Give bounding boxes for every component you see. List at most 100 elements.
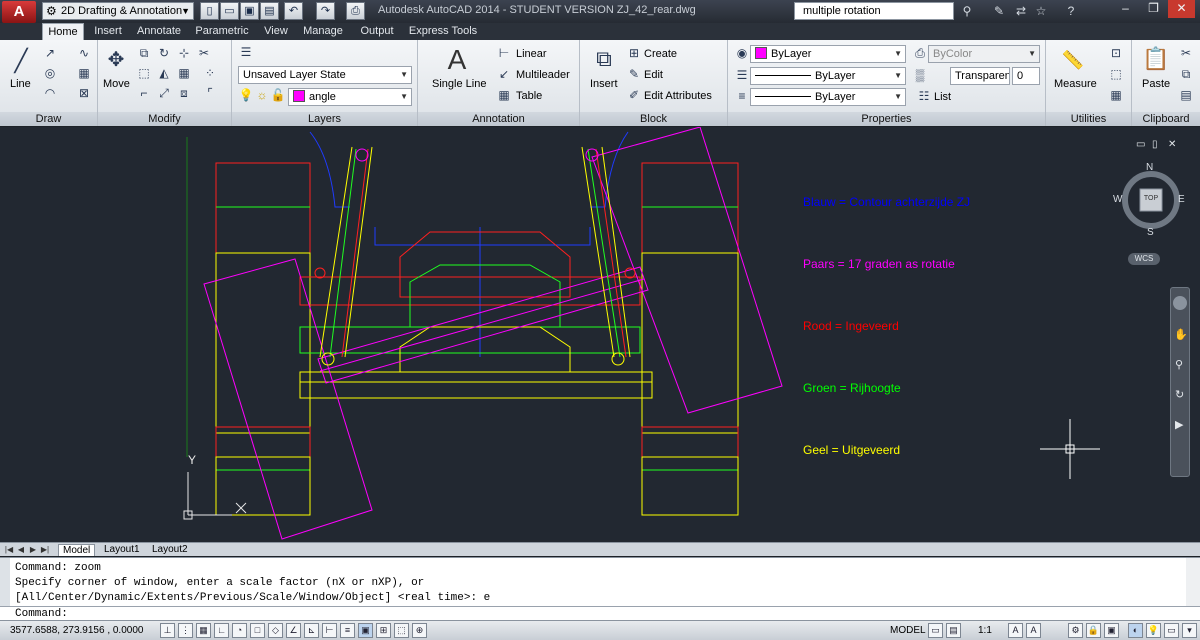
lineweight-toggle-icon[interactable]: ≡ xyxy=(340,623,355,638)
layer-properties-icon[interactable]: ☰ xyxy=(236,43,256,61)
properties-panel-title[interactable]: Properties xyxy=(728,112,1045,126)
plot-icon[interactable]: ⎙ xyxy=(346,2,365,20)
allow-ucs-icon[interactable]: ⊾ xyxy=(304,623,319,638)
array-icon[interactable]: ▦ xyxy=(174,64,194,82)
showmotion-icon[interactable]: ▶ xyxy=(1175,418,1183,431)
lightbulb-status-icon[interactable]: 💡 xyxy=(1146,623,1161,638)
drawing-canvas[interactable]: Y Blauw = Contour achterzijde ZJ Paars =… xyxy=(0,127,1200,542)
redo-icon[interactable]: ↷ xyxy=(316,2,335,20)
table-icon[interactable]: ▦ xyxy=(494,86,514,104)
tab-layout1[interactable]: Layout1 xyxy=(100,544,144,556)
line-button[interactable]: Line xyxy=(10,78,31,90)
compass-south[interactable]: S xyxy=(1147,227,1154,238)
measure-icon[interactable]: 📏 xyxy=(1058,46,1088,74)
quick-properties-icon[interactable]: ⊞ xyxy=(376,623,391,638)
erase-icon[interactable]: ✂ xyxy=(194,44,214,62)
pan-icon[interactable]: ✋ xyxy=(1174,328,1188,341)
measure-button[interactable]: Measure xyxy=(1054,78,1097,90)
wrench-icon[interactable]: ✎ xyxy=(990,3,1008,20)
tab-annotate[interactable]: Annotate xyxy=(132,23,186,40)
list-button[interactable]: List xyxy=(934,91,951,103)
object-snap-tracking-icon[interactable]: ∠ xyxy=(286,623,301,638)
save-icon[interactable]: ▣ xyxy=(240,2,259,20)
star-icon[interactable]: ☆ xyxy=(1032,3,1050,20)
linear-button[interactable]: Linear xyxy=(516,48,547,60)
object-snap-icon[interactable]: □ xyxy=(250,623,265,638)
layer-state-dropdown[interactable]: Unsaved Layer State ▼ xyxy=(238,66,412,84)
copy-clip-icon[interactable]: ⧉ xyxy=(1176,65,1196,83)
quick-view-layouts-icon[interactable]: ▭ xyxy=(928,623,943,638)
wcs-menu[interactable]: WCS xyxy=(1128,253,1160,265)
compass-west[interactable]: W xyxy=(1113,194,1122,205)
clean-screen-icon[interactable]: ▭ xyxy=(1164,623,1179,638)
viewcube[interactable]: N S W E TOP xyxy=(1113,162,1186,238)
tab-layout2[interactable]: Layout2 xyxy=(148,544,192,556)
select-all-icon[interactable]: ⬚ xyxy=(1106,65,1126,83)
prev-tab-arrow[interactable]: ◀ xyxy=(16,544,26,555)
move-icon[interactable]: ✥ xyxy=(104,46,128,74)
list-icon[interactable]: ☷ xyxy=(914,87,934,105)
viewcube-face-top[interactable]: TOP xyxy=(1140,195,1162,202)
current-layer-dropdown[interactable]: angle ▼ xyxy=(288,88,412,106)
layers-panel-title[interactable]: Layers xyxy=(232,112,417,126)
close-button[interactable]: ✕ xyxy=(1168,0,1195,18)
selection-cycling-icon[interactable]: ⬚ xyxy=(394,623,409,638)
create-block-icon[interactable]: ⊞ xyxy=(624,44,644,62)
compass-east[interactable]: E xyxy=(1178,194,1185,205)
stretch-icon[interactable]: ⬚ xyxy=(134,64,154,82)
coordinate-readout[interactable]: 3577.6588, 273.9156 , 0.0000 xyxy=(10,625,143,636)
mirror-icon[interactable]: ◭ xyxy=(154,64,174,82)
dynamic-input-icon[interactable]: ⊢ xyxy=(322,623,337,638)
workspace-dropdown[interactable]: ⚙ 2D Drafting & Annotation ▼ xyxy=(42,2,194,20)
match-properties-icon[interactable]: ◉ xyxy=(732,44,752,62)
snap-mode-icon[interactable]: ⋮ xyxy=(178,623,193,638)
line-icon[interactable]: ╱ xyxy=(8,46,34,76)
tab-output[interactable]: Output xyxy=(352,23,402,40)
help-icon[interactable]: ? xyxy=(1062,3,1080,20)
undo-icon[interactable]: ↶ xyxy=(284,2,303,20)
isolate-objects-icon[interactable]: ◐ xyxy=(1128,623,1143,638)
cut-icon[interactable]: ✂ xyxy=(1176,44,1196,62)
orbit-icon[interactable]: ↻ xyxy=(1175,388,1184,401)
open-file-icon[interactable]: ▭ xyxy=(220,2,239,20)
linear-dimension-icon[interactable]: ⊢ xyxy=(494,44,514,62)
modify-panel-title[interactable]: Modify xyxy=(98,112,231,126)
last-tab-arrow[interactable]: ▶| xyxy=(40,544,50,555)
infer-constraints-icon[interactable]: ⊥ xyxy=(160,623,175,638)
tab-home[interactable]: Home xyxy=(42,23,84,40)
calculator-icon[interactable]: ▦ xyxy=(1106,86,1126,104)
explode-icon[interactable]: ⁘ xyxy=(200,64,220,82)
linetype-dropdown[interactable]: ByLayer ▼ xyxy=(750,67,906,85)
draw-panel-title[interactable]: Draw xyxy=(0,112,97,126)
status-menu-icon[interactable]: ▾ xyxy=(1182,623,1197,638)
tab-express-tools[interactable]: Express Tools xyxy=(406,23,480,40)
new-file-icon[interactable]: ▯ xyxy=(200,2,219,20)
tab-insert[interactable]: Insert xyxy=(88,23,128,40)
hardware-acceleration-icon[interactable]: ▣ xyxy=(1104,623,1119,638)
minimize-button[interactable]: – xyxy=(1112,0,1139,18)
trim-icon[interactable]: ⊹ xyxy=(174,44,194,62)
circle-icon[interactable]: ◎ xyxy=(40,64,60,82)
viewport-minimize-icon[interactable]: ▯ xyxy=(1152,139,1158,150)
insert-button[interactable]: Insert xyxy=(590,78,618,90)
lock-ui-icon[interactable]: 🔒 xyxy=(1086,623,1101,638)
zoom-icon[interactable]: ⚲ xyxy=(1175,358,1183,371)
hatch-icon[interactable]: ▦ xyxy=(74,64,94,82)
match-icon[interactable]: ▤ xyxy=(1176,86,1196,104)
workspace-switching-icon[interactable]: ⚙ xyxy=(1068,623,1083,638)
application-menu-button[interactable]: A xyxy=(2,1,36,23)
copy-icon[interactable]: ⧉ xyxy=(134,44,154,62)
annotation-panel-title[interactable]: Annotation xyxy=(418,112,579,126)
quick-select-icon[interactable]: ⊡ xyxy=(1106,44,1126,62)
spline-icon[interactable]: ∿ xyxy=(74,44,94,62)
transparency-icon[interactable]: ▒ xyxy=(910,66,930,84)
block-panel-title[interactable]: Block xyxy=(580,112,727,126)
help-search-input[interactable]: multiple rotation xyxy=(794,2,954,20)
grid-display-icon[interactable]: ▦ xyxy=(196,623,211,638)
model-space-toggle[interactable]: MODEL xyxy=(890,625,926,636)
insert-block-icon[interactable]: ⧉ xyxy=(590,44,618,74)
edit-attributes-button[interactable]: Edit Attributes xyxy=(644,90,712,102)
offset-icon[interactable]: ⧈ xyxy=(174,84,194,102)
create-button[interactable]: Create xyxy=(644,48,677,60)
next-tab-arrow[interactable]: ▶ xyxy=(28,544,38,555)
